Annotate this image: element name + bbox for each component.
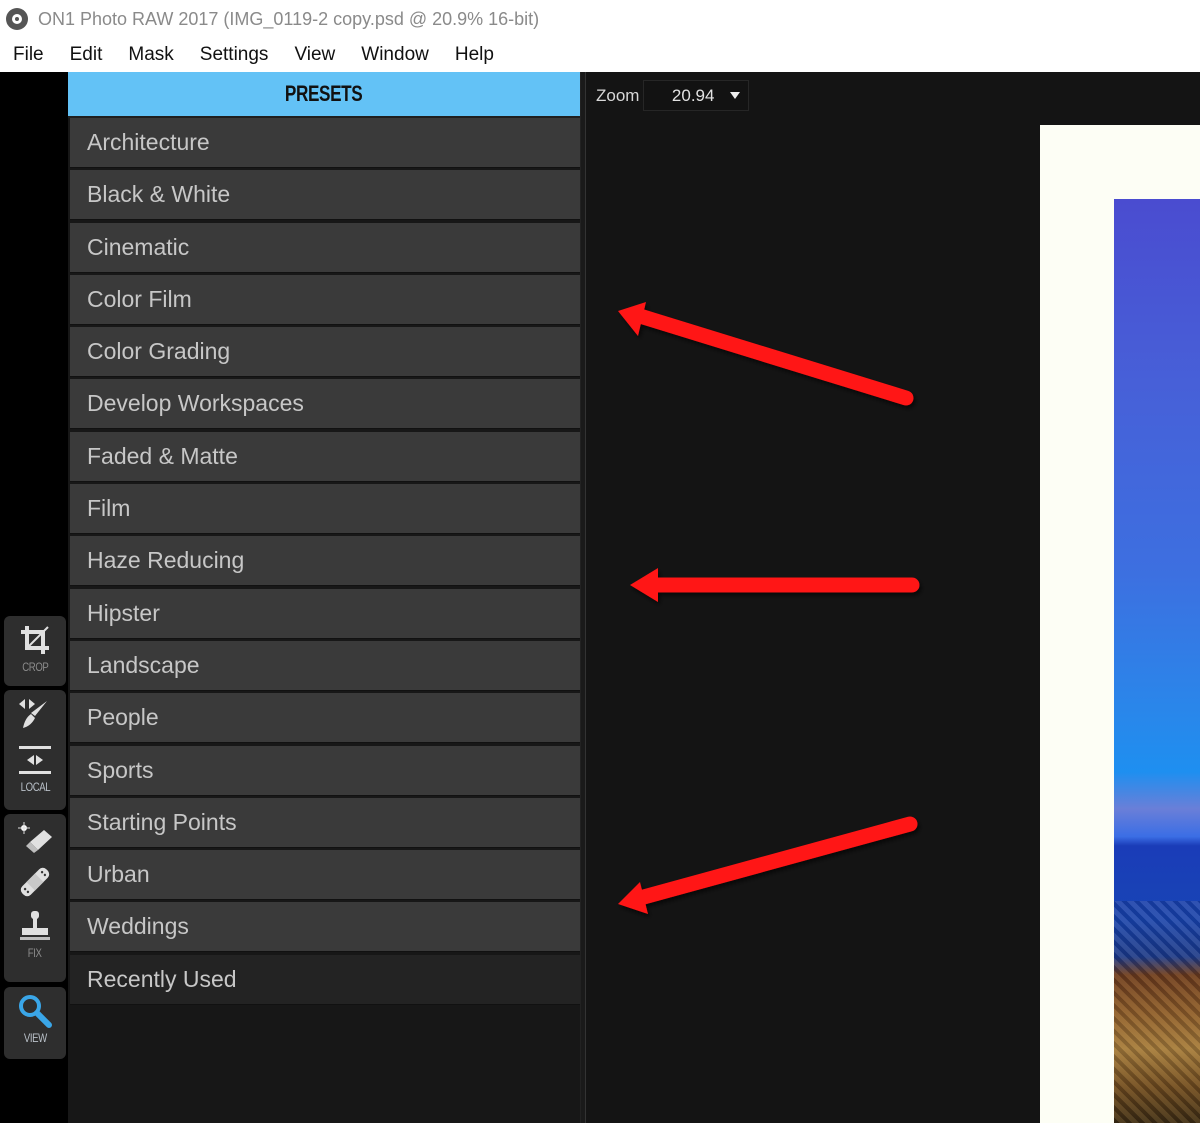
- preset-category-develop-workspaces[interactable]: Develop Workspaces: [70, 379, 580, 430]
- preset-category-sports[interactable]: Sports: [70, 745, 580, 796]
- image-canvas: Zoom 20.94: [586, 72, 1200, 1123]
- bandage-icon[interactable]: [15, 862, 55, 902]
- brush-icon[interactable]: [15, 694, 55, 734]
- zoom-value: 20.94: [671, 85, 715, 105]
- preset-category-architecture[interactable]: Architecture: [70, 118, 580, 168]
- photo-preview: [1114, 199, 1200, 1123]
- menu-file[interactable]: File: [13, 44, 44, 66]
- preset-category-landscape[interactable]: Landscape: [70, 640, 580, 691]
- tool-label-local: LOCAL: [20, 780, 50, 794]
- photo-border: [1040, 125, 1200, 1123]
- window-title: ON1 Photo RAW 2017 (IMG_0119-2 copy.psd …: [38, 8, 540, 29]
- tool-strip: CROP LOCAL FIX VIEW: [0, 72, 68, 1123]
- chevron-down-icon: [730, 92, 741, 99]
- menu-bar: File Edit Mask Settings View Window Help: [0, 38, 1200, 72]
- preset-category-urban[interactable]: Urban: [70, 850, 580, 901]
- preset-list: Architecture Black & White Cinematic Col…: [68, 118, 580, 1007]
- menu-edit[interactable]: Edit: [70, 44, 103, 66]
- menu-window[interactable]: Window: [361, 44, 429, 66]
- preset-category-weddings[interactable]: Weddings: [70, 902, 580, 953]
- menu-help[interactable]: Help: [455, 44, 494, 66]
- crop-icon[interactable]: [15, 620, 55, 660]
- tool-group-fix: FIX: [4, 814, 66, 982]
- zoom-label: Zoom: [596, 85, 640, 105]
- preset-category-haze-reducing[interactable]: Haze Reducing: [70, 536, 580, 587]
- preset-category-cinematic[interactable]: Cinematic: [70, 222, 580, 273]
- gradient-icon[interactable]: [15, 740, 55, 780]
- preset-category-color-grading[interactable]: Color Grading: [70, 327, 580, 378]
- tool-label-view: VIEW: [23, 1031, 47, 1045]
- presets-panel: PRESETS Architecture Black & White Cinem…: [68, 72, 580, 1123]
- aperture-icon: [6, 8, 28, 30]
- zoom-control: Zoom 20.94: [596, 80, 750, 111]
- tool-group-crop: CROP: [4, 616, 66, 686]
- preset-category-starting-points[interactable]: Starting Points: [70, 797, 580, 848]
- preset-category-faded-matte[interactable]: Faded & Matte: [70, 431, 580, 482]
- stamp-icon[interactable]: [15, 906, 55, 946]
- magnifier-icon[interactable]: [15, 991, 55, 1031]
- menu-mask[interactable]: Mask: [128, 44, 173, 66]
- presets-title: PRESETS: [285, 81, 363, 106]
- zoom-dropdown[interactable]: 20.94: [643, 80, 750, 111]
- presets-header[interactable]: PRESETS: [68, 72, 580, 118]
- preset-category-color-film[interactable]: Color Film: [70, 274, 580, 325]
- preset-category-people[interactable]: People: [70, 693, 580, 744]
- preset-category-hipster[interactable]: Hipster: [70, 588, 580, 639]
- title-bar: ON1 Photo RAW 2017 (IMG_0119-2 copy.psd …: [0, 0, 1200, 38]
- preset-category-black-white[interactable]: Black & White: [70, 170, 580, 221]
- preset-category-recently-used[interactable]: Recently Used: [70, 954, 580, 1005]
- tool-group-local: LOCAL: [4, 690, 66, 810]
- preset-category-film[interactable]: Film: [70, 484, 580, 535]
- app-workspace: CROP LOCAL FIX VIEW PRESETS Architecture…: [0, 72, 1200, 1123]
- menu-settings[interactable]: Settings: [200, 44, 269, 66]
- tool-label-fix: FIX: [28, 946, 42, 960]
- menu-view[interactable]: View: [294, 44, 335, 66]
- tool-group-view: VIEW: [4, 987, 66, 1059]
- tool-label-crop: CROP: [21, 660, 49, 674]
- eraser-icon[interactable]: [15, 818, 55, 858]
